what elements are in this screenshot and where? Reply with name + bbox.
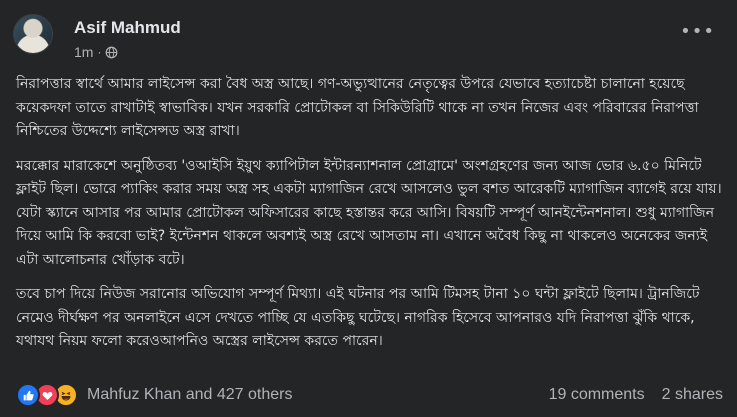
reactions-summary[interactable]: Mahfuz Khan and 427 others (16, 383, 292, 407)
engagement-counts: 19 comments 2 shares (549, 386, 723, 404)
meta-separator: · (97, 45, 102, 59)
comments-count[interactable]: 19 comments (549, 386, 645, 404)
facebook-post: Asif Mahmud 1m · ••• নিরাপত্তার স্বার্থে… (0, 0, 737, 417)
avatar[interactable] (13, 14, 53, 54)
post-paragraph: নিরাপত্তার স্বার্থে আমার লাইসেন্স করা বৈ… (16, 76, 699, 139)
post-body: নিরাপত্তার স্বার্থে আমার লাইসেন্স করা বৈ… (16, 73, 726, 365)
post-time[interactable]: 1m (74, 44, 93, 60)
reaction-names[interactable]: Mahfuz Khan and 427 others (87, 386, 292, 404)
shares-count[interactable]: 2 shares (662, 386, 723, 404)
like-icon (16, 383, 40, 407)
post-footer: Mahfuz Khan and 427 others 19 comments 2… (16, 381, 723, 409)
author-name[interactable]: Asif Mahmud (74, 18, 181, 38)
post-paragraph: মরক্কোর মারাকেশে অনুষ্ঠিতব্য 'ওআইসি ইয়ু… (16, 157, 722, 268)
post-meta: 1m · (74, 44, 118, 60)
post-paragraph: তবে চাপ দিয়ে নিউজ সরানোর অভিযোগ সম্পূর্… (16, 286, 700, 349)
more-options-icon[interactable]: ••• (680, 23, 715, 41)
globe-icon[interactable] (105, 46, 118, 59)
